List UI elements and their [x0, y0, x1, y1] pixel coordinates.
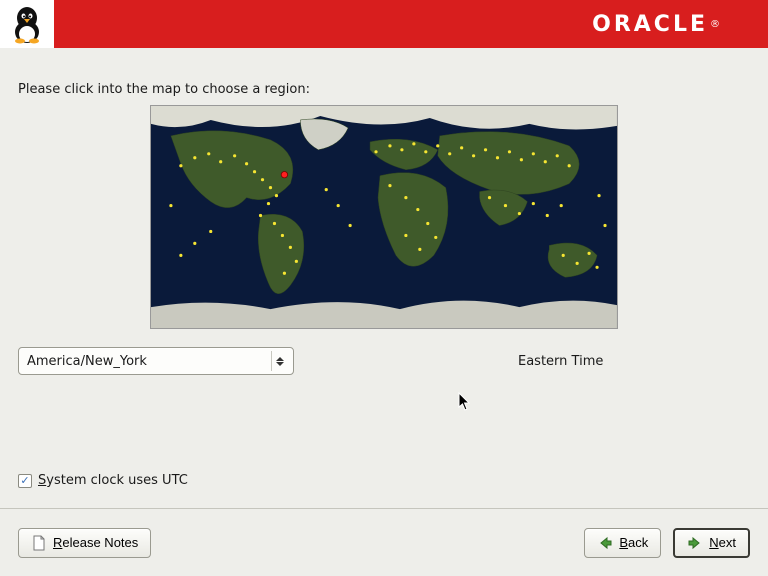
document-icon	[31, 535, 47, 551]
arrow-right-icon	[687, 535, 703, 551]
content-area: Please click into the map to choose a re…	[0, 48, 768, 508]
check-icon: ✓	[20, 475, 29, 486]
timezone-select-value: America/New_York	[27, 354, 147, 369]
tux-penguin-icon	[0, 0, 54, 48]
header-bar: ORACLE®	[0, 0, 768, 48]
timezone-map[interactable]	[150, 105, 618, 329]
installer-window: ORACLE® Please click into the map to cho…	[0, 0, 768, 576]
utc-label[interactable]: System clock uses UTC	[38, 473, 188, 488]
cursor-icon	[458, 392, 472, 416]
footer-bar: Release Notes Back Next	[0, 508, 768, 576]
brand-text: ORACLE	[592, 12, 708, 37]
timezone-select[interactable]: America/New_York	[18, 347, 294, 375]
registered-mark: ®	[710, 19, 720, 30]
utc-checkbox-row: ✓ System clock uses UTC	[18, 473, 188, 488]
instruction-text: Please click into the map to choose a re…	[18, 82, 750, 97]
release-notes-button[interactable]: Release Notes	[18, 528, 151, 558]
back-button[interactable]: Back	[584, 528, 661, 558]
spin-arrows-icon	[271, 351, 287, 371]
utc-checkbox[interactable]: ✓	[18, 474, 32, 488]
arrow-left-icon	[597, 535, 613, 551]
timezone-row: America/New_York Eastern Time	[18, 347, 750, 375]
next-button[interactable]: Next	[673, 528, 750, 558]
oracle-logo: ORACLE®	[54, 0, 768, 48]
timezone-description: Eastern Time	[518, 354, 603, 369]
